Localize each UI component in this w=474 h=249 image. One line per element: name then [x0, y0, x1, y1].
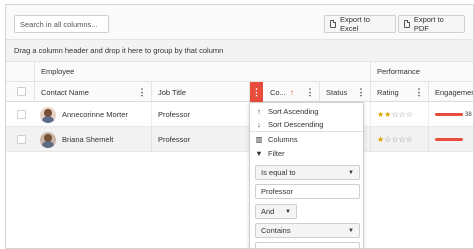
engagement-cell: 38 — [428, 102, 473, 127]
menu-item-columns[interactable]: ▥ Columns — [250, 133, 363, 146]
filter-operator-2-value: Contains — [261, 226, 291, 235]
filter-operator-select-2[interactable]: Contains ▼ — [255, 223, 360, 238]
header-band-employee: Employee — [34, 62, 370, 82]
header-engagement[interactable]: Engagement — [428, 82, 474, 102]
group-panel[interactable]: Drag a column header and drop it here to… — [6, 40, 473, 62]
header-band-performance: Performance — [370, 62, 473, 82]
employee-band-label: Employee — [41, 67, 75, 76]
grid-header: Employee Performance Contact Name ⋮ Job … — [6, 62, 473, 102]
sort-descending-label: Sort Descending — [268, 120, 324, 129]
column-menu: ↑ Sort Ascending ↓ Sort Descending ▥ Col… — [249, 102, 364, 248]
star-empty-icon: ☆ — [405, 110, 413, 119]
arrow-up-icon: ↑ — [257, 107, 261, 116]
contact-name-menu-icon[interactable]: ⋮ — [136, 85, 148, 99]
job-title-header-label: Job Title — [158, 87, 186, 97]
contact-name-header-label: Contact Name — [41, 87, 89, 97]
contact-name-text: Annecorinne Morter — [62, 110, 128, 119]
grid-toolbar: Export to Excel Export to PDF — [6, 5, 473, 40]
sort-ascending-label: Sort Ascending — [268, 107, 319, 116]
group-panel-text: Drag a column header and drop it here to… — [14, 46, 224, 55]
caret-down-icon: ▼ — [348, 227, 354, 234]
status-header-label: Status — [326, 87, 348, 97]
star-empty-icon: ☆ — [405, 135, 413, 144]
job-title-cell: Professor — [151, 102, 249, 127]
filter-operator-select-1[interactable]: Is equal to ▼ — [255, 165, 360, 180]
header-contact-name[interactable]: Contact Name ⋮ — [34, 82, 151, 102]
rating-cell: ★☆☆☆☆ — [370, 127, 428, 152]
table-row[interactable]: Annecorinne Morter Professor ★★☆☆☆ 38 — [6, 102, 473, 127]
columns-label: Columns — [268, 135, 298, 144]
export-pdf-button[interactable]: Export to PDF — [398, 15, 465, 33]
engagement-bar — [435, 138, 463, 141]
export-excel-label: Export to Excel — [339, 15, 370, 33]
menu-divider — [250, 131, 363, 132]
header-country[interactable]: ⋮ Co... ↑ ⋮ — [249, 82, 319, 102]
table-row[interactable]: Briana Shemelt Professor ★☆☆☆☆ — [6, 127, 473, 152]
search-input[interactable] — [14, 15, 109, 33]
star-empty-icon: ☆ — [391, 135, 399, 144]
menu-item-sort-ascending[interactable]: ↑ Sort Ascending — [250, 105, 363, 118]
filter-operator-1-value: Is equal to — [261, 168, 296, 177]
sort-ascending-icon: ↑ — [289, 87, 294, 97]
star-empty-icon: ☆ — [398, 110, 406, 119]
contact-name-cell: Briana Shemelt — [34, 127, 151, 152]
avatar — [40, 131, 56, 148]
arrow-down-icon: ↓ — [257, 120, 261, 129]
contact-name-text: Briana Shemelt — [62, 135, 114, 144]
header-job-title[interactable]: Job Title — [151, 82, 249, 102]
header-status[interactable]: Status ⋮ — [319, 82, 370, 102]
star-rating[interactable]: ★★☆☆☆ — [377, 110, 413, 119]
status-menu-icon[interactable]: ⋮ — [355, 85, 367, 99]
job-title-menu-icon[interactable]: ⋮ — [250, 82, 263, 102]
filter-value-input-2[interactable] — [255, 242, 360, 248]
export-pdf-label: Export to PDF — [413, 15, 444, 33]
country-header-label: Co... — [270, 87, 286, 97]
caret-down-icon: ▼ — [348, 169, 354, 176]
engagement-header-label: Engagement — [435, 87, 474, 97]
job-title-cell: Professor — [151, 127, 249, 152]
menu-item-sort-descending[interactable]: ↓ Sort Descending — [250, 118, 363, 131]
file-pdf-icon — [404, 20, 410, 28]
star-empty-icon: ☆ — [391, 110, 399, 119]
select-all-checkbox[interactable] — [17, 87, 26, 96]
grid: Export to Excel Export to PDF Drag a col… — [5, 4, 474, 249]
star-empty-icon: ☆ — [398, 135, 406, 144]
engagement-cell — [428, 127, 473, 152]
rating-cell: ★★☆☆☆ — [370, 102, 428, 127]
job-title-text: Professor — [158, 135, 191, 144]
columns-icon: ▥ — [255, 135, 263, 144]
header-select-cell — [6, 82, 34, 102]
engagement-bar — [435, 113, 463, 116]
rating-menu-icon[interactable]: ⋮ — [413, 85, 425, 99]
filter-logic-select[interactable]: And ▼ — [255, 204, 297, 219]
filter-value-1-text: Professor — [261, 187, 294, 196]
engagement-value: 38 — [465, 111, 472, 118]
header-band-spacer — [6, 62, 34, 82]
star-rating[interactable]: ★☆☆☆☆ — [377, 135, 413, 144]
row-checkbox[interactable] — [17, 135, 26, 144]
file-excel-icon — [330, 20, 336, 28]
filter-logic-value: And — [261, 207, 275, 216]
country-menu-icon[interactable]: ⋮ — [304, 85, 316, 99]
contact-name-cell: Annecorinne Morter — [34, 102, 151, 127]
rating-header-label: Rating — [377, 87, 399, 97]
header-rating[interactable]: Rating ⋮ — [370, 82, 428, 102]
avatar — [40, 106, 56, 123]
filter-icon: ▼ — [255, 149, 263, 158]
export-excel-button[interactable]: Export to Excel — [324, 15, 396, 33]
caret-down-icon: ▼ — [285, 208, 291, 215]
performance-band-label: Performance — [377, 67, 420, 76]
filter-label: Filter — [268, 149, 285, 158]
filter-value-input-1[interactable]: Professor — [255, 184, 360, 199]
menu-item-filter[interactable]: ▼ Filter — [250, 147, 363, 160]
job-title-text: Professor — [158, 110, 191, 119]
row-checkbox[interactable] — [17, 110, 26, 119]
